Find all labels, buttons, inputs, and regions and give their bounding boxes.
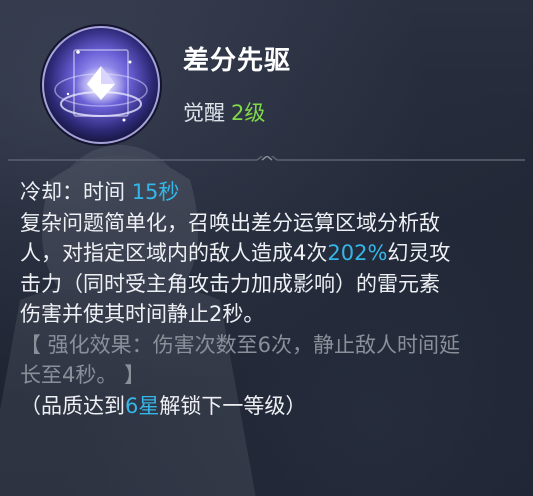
- description-line-4: 伤害并使其时间静止2秒。: [20, 302, 265, 326]
- description-line-3: 击力（同时受主角攻击力加成影响）的雷元素: [20, 271, 440, 296]
- awaken-label: 觉醒: [183, 101, 225, 125]
- unlock-suffix: 解锁下一等级）: [159, 393, 307, 418]
- unlock-requirement: （品质达到6星解锁下一等级）: [20, 391, 520, 422]
- description-line-2-a: 人，对指定区域内的敌人造成4次: [20, 241, 328, 265]
- awaken-level: 觉醒 2级: [183, 97, 265, 127]
- damage-percent: 202%: [327, 241, 388, 265]
- description-line-2: 人，对指定区域内的敌人造成4次202%幻灵攻: [20, 238, 520, 269]
- skill-tooltip: 差分先驱 觉醒 2级 冷却：时间 15秒 复杂问题简单化，召唤出差分运算区域分析敌…: [0, 0, 533, 496]
- crystal-orb-icon: [40, 24, 162, 146]
- enhance-line-1: 【 强化效果：伤害次数至6次，静止敌人时间延: [20, 332, 461, 357]
- cooldown-value: 15秒: [131, 180, 180, 204]
- skill-name: 差分先驱: [183, 46, 292, 76]
- description-line-2-b: 幻灵攻: [387, 241, 451, 265]
- unlock-stars: 6星: [125, 393, 160, 418]
- divider: [8, 156, 525, 161]
- unlock-prefix: （品质达到: [20, 393, 125, 418]
- enhance-line-2: 长至4秒。 】: [20, 363, 146, 387]
- awaken-level-value: 2级: [231, 101, 266, 125]
- cooldown-label: 冷却：时间: [20, 180, 125, 204]
- description-line-1: 复杂问题简单化，召唤出差分运算区域分析敌: [20, 210, 440, 235]
- skill-description: 冷却：时间 15秒 复杂问题简单化，召唤出差分运算区域分析敌 人，对指定区域内的…: [20, 177, 520, 421]
- cooldown-line: 冷却：时间 15秒: [20, 177, 520, 208]
